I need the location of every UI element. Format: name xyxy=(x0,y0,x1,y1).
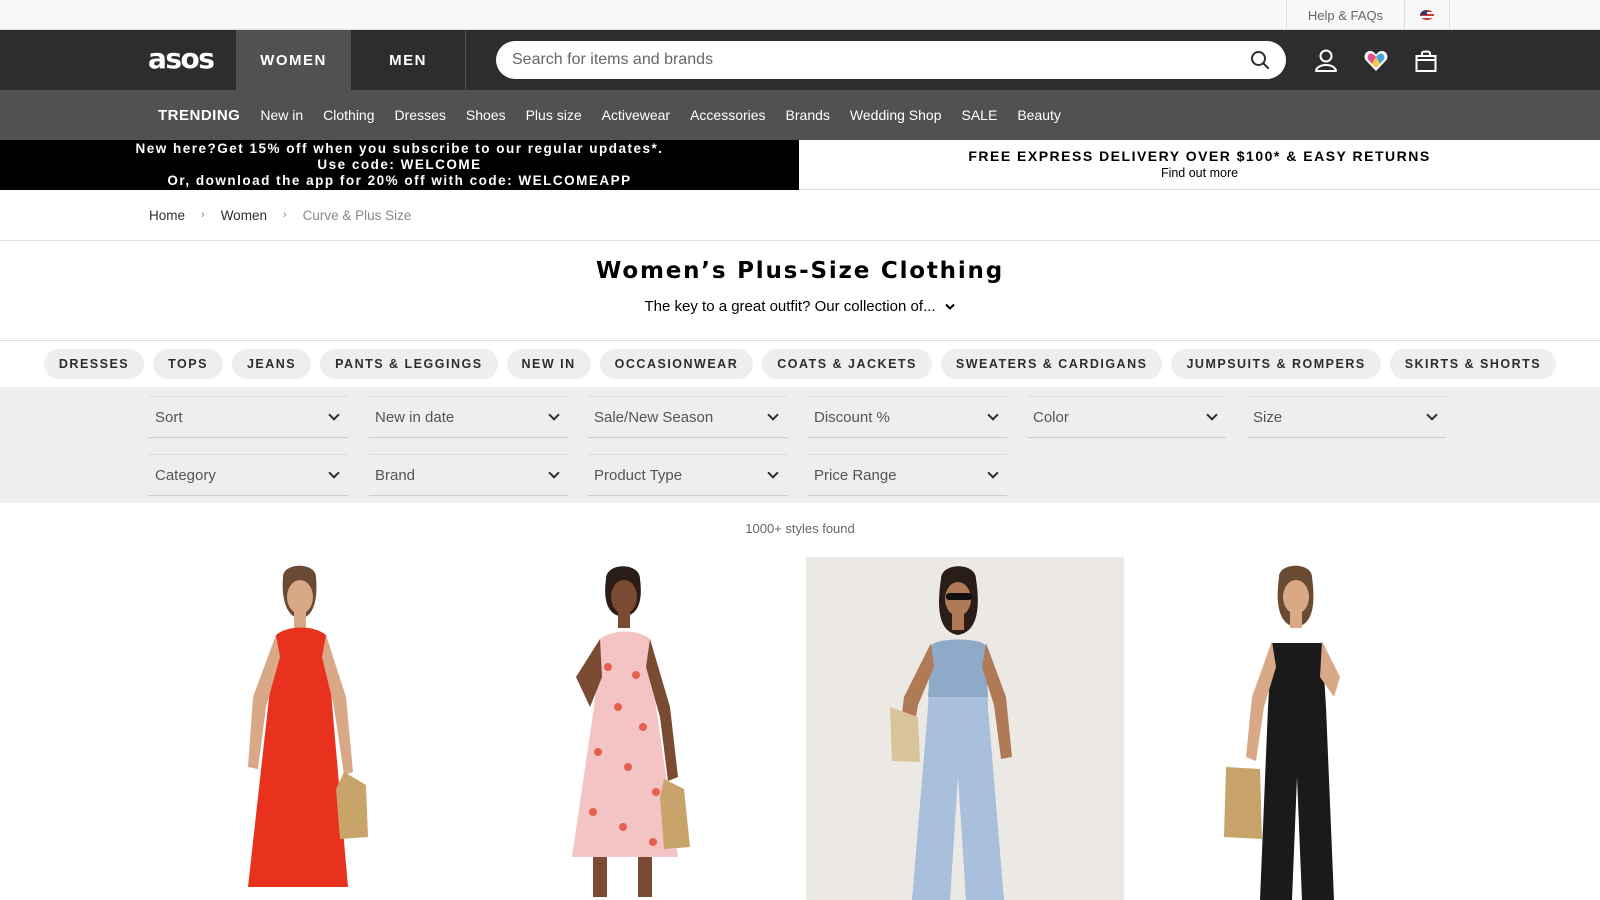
tab-women[interactable]: WOMEN xyxy=(236,30,351,90)
chevron-down-icon xyxy=(767,409,779,421)
chevron-down-icon xyxy=(945,303,956,311)
us-flag-icon xyxy=(1420,10,1434,20)
nav-item-plus-size[interactable]: Plus size xyxy=(526,107,582,123)
pill-new-in[interactable]: NEW IN xyxy=(506,349,591,379)
breadcrumb-separator: › xyxy=(282,209,287,221)
filter-product-type[interactable]: Product Type xyxy=(588,454,787,496)
filter-label: Discount % xyxy=(814,408,890,426)
welcome-offer-banner[interactable]: New here?Get 15% off when you subscribe … xyxy=(0,140,799,190)
nav-item-beauty[interactable]: Beauty xyxy=(1017,107,1061,123)
pill-jumpsuits-rompers[interactable]: JUMPSUITS & ROMPERS xyxy=(1171,349,1381,379)
filter-panel: Sort New in date Sale/New Season Discoun… xyxy=(0,387,1600,503)
breadcrumb: Home › Women › Curve & Plus Size xyxy=(0,190,1600,241)
nav-item-trending[interactable]: TRENDING xyxy=(158,107,240,124)
chevron-down-icon xyxy=(1426,409,1438,421)
chevron-down-icon xyxy=(328,467,340,479)
nav-item-clothing[interactable]: Clothing xyxy=(323,107,374,123)
search-icon[interactable] xyxy=(1250,50,1270,70)
nav-item-shoes[interactable]: Shoes xyxy=(466,107,506,123)
pill-sweaters-cardigans[interactable]: SWEATERS & CARDIGANS xyxy=(940,349,1163,379)
pill-coats-jackets[interactable]: COATS & JACKETS xyxy=(762,349,932,379)
utility-bar: Help & FAQs xyxy=(0,0,1600,30)
product-card-pink-dress[interactable] xyxy=(478,557,796,900)
filter-label: Product Type xyxy=(594,466,683,484)
filter-sort[interactable]: Sort xyxy=(149,396,348,438)
pill-jeans[interactable]: JEANS xyxy=(231,349,312,379)
filter-new-in-date[interactable]: New in date xyxy=(369,396,568,438)
page-description: The key to a great outfit? Our collectio… xyxy=(644,298,936,315)
welcome-offer-line-1: New here?Get 15% off when you subscribe … xyxy=(135,141,664,156)
breadcrumb-home[interactable]: Home xyxy=(149,208,185,223)
page-heading: Women’s Plus-Size Clothing The key to a … xyxy=(0,241,1600,341)
chevron-down-icon xyxy=(1206,409,1218,421)
filter-label: Sale/New Season xyxy=(594,408,714,426)
delivery-banner-title: FREE EXPRESS DELIVERY OVER $100* & EASY … xyxy=(968,148,1431,164)
pill-skirts-shorts[interactable]: SKIRTS & SHORTS xyxy=(1389,349,1557,379)
search-bar xyxy=(496,41,1286,79)
breadcrumb-women[interactable]: Women xyxy=(221,208,267,223)
welcome-offer-line-2: Use code: WELCOME xyxy=(317,157,482,172)
filter-color[interactable]: Color xyxy=(1027,396,1226,438)
find-out-more-link[interactable]: Find out more xyxy=(799,166,1600,180)
category-nav: TRENDING New in Clothing Dresses Shoes P… xyxy=(0,90,1600,140)
nav-item-activewear[interactable]: Activewear xyxy=(602,107,670,123)
pill-tops[interactable]: TOPS xyxy=(153,349,223,379)
product-image xyxy=(806,557,1124,900)
nav-item-sale[interactable]: SALE xyxy=(962,107,998,123)
search-input[interactable] xyxy=(512,51,1250,69)
filter-price-range[interactable]: Price Range xyxy=(808,454,1007,496)
help-faqs-link[interactable]: Help & FAQs xyxy=(1286,0,1404,30)
results-count: 1000+ styles found xyxy=(745,521,855,536)
product-card-red-dress[interactable] xyxy=(148,557,466,900)
filter-label: Price Range xyxy=(814,466,897,484)
filter-label: Sort xyxy=(155,408,183,426)
bag-icon[interactable] xyxy=(1413,48,1439,74)
product-card-black-jumpsuit[interactable] xyxy=(1134,557,1452,900)
filter-size[interactable]: Size xyxy=(1247,396,1446,438)
chevron-down-icon xyxy=(767,467,779,479)
filter-brand[interactable]: Brand xyxy=(369,454,568,496)
nav-item-new-in[interactable]: New in xyxy=(260,107,303,123)
filter-label: Size xyxy=(1253,408,1283,426)
main-header: asos WOMEN MEN xyxy=(0,30,1600,90)
filter-sale-new-season[interactable]: Sale/New Season xyxy=(588,396,787,438)
promo-banner: New here?Get 15% off when you subscribe … xyxy=(0,140,1600,190)
product-image xyxy=(1134,557,1452,900)
product-image xyxy=(478,557,796,900)
product-image xyxy=(148,557,466,900)
filter-label: New in date xyxy=(375,408,455,426)
country-selector[interactable] xyxy=(1404,0,1450,30)
pill-pants-leggings[interactable]: PANTS & LEGGINGS xyxy=(320,349,498,379)
tab-men[interactable]: MEN xyxy=(351,30,466,90)
filter-category[interactable]: Category xyxy=(149,454,348,496)
chevron-down-icon xyxy=(548,409,560,421)
filter-discount[interactable]: Discount % xyxy=(808,396,1007,438)
product-card-blue-jumpsuit[interactable] xyxy=(806,557,1124,900)
saved-items-icon[interactable] xyxy=(1363,48,1389,74)
chevron-down-icon xyxy=(987,409,999,421)
nav-item-brands[interactable]: Brands xyxy=(786,107,830,123)
pill-dresses[interactable]: DRESSES xyxy=(43,349,145,379)
filter-label: Category xyxy=(155,466,216,484)
account-icon[interactable] xyxy=(1313,48,1339,74)
pill-occasionwear[interactable]: OCCASIONWEAR xyxy=(599,349,754,379)
asos-logo[interactable]: asos xyxy=(148,42,215,76)
description-toggle[interactable]: The key to a great outfit? Our collectio… xyxy=(645,298,956,315)
breadcrumb-current: Curve & Plus Size xyxy=(302,207,412,223)
chevron-down-icon xyxy=(548,467,560,479)
nav-item-wedding-shop[interactable]: Wedding Shop xyxy=(850,107,942,123)
nav-item-accessories[interactable]: Accessories xyxy=(690,107,765,123)
breadcrumb-separator: › xyxy=(201,209,205,221)
filter-label: Brand xyxy=(375,466,416,484)
chevron-down-icon xyxy=(328,409,340,421)
welcome-offer-line-3: Or, download the app for 20% off with co… xyxy=(167,173,632,188)
category-pills: DRESSES TOPS JEANS PANTS & LEGGINGS NEW … xyxy=(0,341,1600,387)
page-title: Women’s Plus-Size Clothing xyxy=(596,258,1004,284)
chevron-down-icon xyxy=(987,467,999,479)
nav-item-dresses[interactable]: Dresses xyxy=(395,107,446,123)
filter-label: Color xyxy=(1033,408,1069,426)
delivery-banner[interactable]: FREE EXPRESS DELIVERY OVER $100* & EASY … xyxy=(799,140,1600,190)
